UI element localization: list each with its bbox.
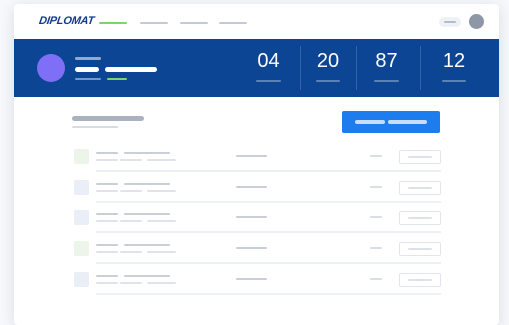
row-divider bbox=[96, 262, 441, 264]
row-meta-placeholder bbox=[120, 190, 142, 192]
list-item[interactable] bbox=[14, 149, 499, 179]
primary-button-label-placeholder bbox=[388, 120, 427, 124]
stat-4: 12 bbox=[432, 39, 476, 97]
row-label-placeholder bbox=[96, 275, 118, 277]
stat-2-label-placeholder bbox=[316, 80, 340, 82]
row-meta-placeholder bbox=[120, 282, 142, 284]
row-divider bbox=[96, 201, 441, 203]
list-item[interactable] bbox=[14, 241, 499, 271]
row-action-button[interactable] bbox=[399, 181, 441, 195]
row-select-checkbox[interactable] bbox=[74, 241, 89, 256]
stat-divider bbox=[420, 46, 421, 90]
stat-divider bbox=[300, 46, 301, 90]
row-meta-placeholder bbox=[96, 251, 118, 253]
row-value-placeholder bbox=[236, 216, 267, 218]
profile-title-placeholder-a bbox=[75, 67, 99, 72]
row-count-placeholder bbox=[370, 247, 382, 249]
row-meta-placeholder bbox=[120, 159, 142, 161]
row-meta-placeholder bbox=[147, 282, 176, 284]
row-value-placeholder bbox=[236, 278, 267, 280]
stat-3-value: 87 bbox=[375, 50, 398, 72]
row-select-checkbox[interactable] bbox=[74, 180, 89, 195]
row-divider bbox=[96, 231, 441, 233]
row-action-button[interactable] bbox=[399, 150, 441, 164]
row-divider bbox=[96, 170, 441, 172]
nav-item-1[interactable] bbox=[99, 22, 127, 24]
row-meta-placeholder bbox=[96, 220, 118, 222]
row-meta-placeholder bbox=[147, 251, 176, 253]
row-label-placeholder bbox=[96, 244, 118, 246]
row-action-button[interactable] bbox=[399, 242, 441, 256]
nav-item-3[interactable] bbox=[180, 22, 208, 24]
row-label-placeholder bbox=[124, 152, 170, 154]
list-item[interactable] bbox=[14, 272, 499, 302]
row-action-button[interactable] bbox=[399, 211, 441, 225]
section-title-placeholder bbox=[72, 116, 144, 121]
row-meta-placeholder bbox=[96, 282, 118, 284]
profile-title-placeholder-b bbox=[105, 67, 157, 72]
profile-avatar bbox=[37, 54, 65, 82]
app-window: DIPLOMAT 04 20 87 12 bbox=[14, 4, 499, 325]
stat-3-label-placeholder bbox=[374, 80, 399, 82]
profile-meta-placeholder bbox=[75, 78, 101, 80]
stat-1-value: 04 bbox=[257, 50, 280, 72]
row-meta-placeholder bbox=[147, 220, 176, 222]
row-meta-placeholder bbox=[120, 220, 142, 222]
nav-item-4[interactable] bbox=[219, 22, 247, 24]
row-meta-placeholder bbox=[96, 159, 118, 161]
primary-action-button[interactable] bbox=[342, 111, 440, 133]
brand-logo[interactable]: DIPLOMAT bbox=[38, 15, 95, 27]
profile-banner: 04 20 87 12 bbox=[14, 39, 499, 97]
stat-1: 04 bbox=[246, 39, 291, 97]
row-value-placeholder bbox=[236, 247, 267, 249]
stat-2: 20 bbox=[306, 39, 350, 97]
row-meta-placeholder bbox=[147, 190, 176, 192]
row-label-placeholder bbox=[96, 152, 118, 154]
list-item[interactable] bbox=[14, 180, 499, 210]
stat-divider bbox=[356, 46, 357, 90]
row-label-placeholder bbox=[124, 275, 170, 277]
primary-button-label-placeholder bbox=[355, 120, 385, 124]
row-label-placeholder bbox=[96, 183, 118, 185]
row-value-placeholder bbox=[236, 186, 267, 188]
row-label-placeholder bbox=[124, 244, 170, 246]
row-count-placeholder bbox=[370, 186, 382, 188]
user-avatar[interactable] bbox=[469, 14, 484, 29]
list-item[interactable] bbox=[14, 210, 499, 240]
row-select-checkbox[interactable] bbox=[74, 272, 89, 287]
row-count-placeholder bbox=[370, 278, 382, 280]
nav-item-2[interactable] bbox=[140, 22, 168, 24]
row-divider bbox=[96, 293, 441, 295]
row-label-placeholder bbox=[124, 183, 170, 185]
row-select-checkbox[interactable] bbox=[74, 210, 89, 225]
row-count-placeholder bbox=[370, 216, 382, 218]
row-meta-placeholder bbox=[147, 159, 176, 161]
stat-3: 87 bbox=[364, 39, 409, 97]
row-count-placeholder bbox=[370, 155, 382, 157]
profile-name-placeholder bbox=[75, 57, 101, 60]
stat-4-label-placeholder bbox=[442, 80, 466, 82]
row-label-placeholder bbox=[124, 213, 170, 215]
row-meta-placeholder bbox=[120, 251, 142, 253]
row-label-placeholder bbox=[96, 213, 118, 215]
toggle-pill-icon[interactable] bbox=[439, 17, 461, 27]
profile-status-indicator bbox=[107, 78, 127, 80]
row-action-button[interactable] bbox=[399, 273, 441, 287]
stat-4-value: 12 bbox=[442, 50, 466, 72]
row-select-checkbox[interactable] bbox=[74, 149, 89, 164]
stat-2-value: 20 bbox=[316, 50, 340, 72]
row-meta-placeholder bbox=[96, 190, 118, 192]
section-subtitle-placeholder bbox=[72, 126, 118, 128]
stat-1-label-placeholder bbox=[256, 80, 281, 82]
row-value-placeholder bbox=[236, 155, 267, 157]
